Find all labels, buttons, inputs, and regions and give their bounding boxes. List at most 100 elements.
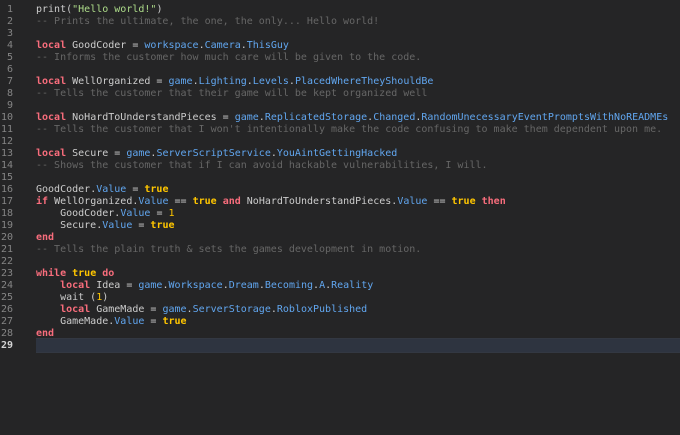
code-token: Levels — [252, 76, 289, 87]
code-line[interactable]: wait (1) — [36, 292, 108, 304]
code-token: game — [126, 148, 151, 159]
code-line[interactable]: Secure.Value = true — [36, 220, 175, 232]
code-token: ) — [156, 4, 163, 15]
code-token: PlacedWhereTheyShouldBe — [294, 76, 434, 87]
line-number: 2 — [6, 16, 13, 27]
code-line[interactable]: GameMade.Value = true — [36, 316, 187, 328]
code-token: == — [168, 196, 193, 207]
code-token: Workspace — [168, 280, 223, 291]
code-token: local — [36, 148, 67, 159]
code-token: end — [36, 328, 55, 339]
line-number: 1 — [6, 4, 13, 15]
code-token: GameMade = — [90, 304, 163, 315]
code-token: end — [36, 232, 55, 243]
code-token: Camera — [204, 40, 241, 51]
line-number: 25 — [0, 292, 13, 303]
code-line[interactable]: -- Tells the customer that their game wi… — [36, 88, 427, 100]
code-token: if — [36, 196, 49, 207]
code-token: local — [60, 280, 91, 291]
code-line[interactable]: -- Tells the plain truth & sets the game… — [36, 244, 421, 256]
line-number: 13 — [0, 148, 13, 159]
code-text-area[interactable]: print("Hello world!") -- Prints the ultim… — [36, 0, 680, 435]
code-token: ) — [102, 292, 109, 303]
code-token: -- Prints the ultimate, the one, the onl… — [36, 16, 380, 27]
code-line[interactable]: local Secure = game.ServerScriptService.… — [36, 148, 397, 160]
line-number: 18 — [0, 208, 13, 219]
code-line[interactable]: GoodCoder.Value = true — [36, 184, 168, 196]
code-token: RobloxPublished — [276, 304, 368, 315]
code-token: 1 — [168, 208, 175, 219]
code-token: Secure = — [66, 148, 127, 159]
line-number: 12 — [0, 136, 13, 147]
code-token: Value — [120, 208, 151, 219]
code-line[interactable]: local NoHardToUnderstandPieces = game.Re… — [36, 112, 668, 124]
code-line[interactable]: -- Informs the customer how much care wi… — [36, 52, 421, 64]
line-number: 7 — [6, 76, 13, 87]
code-line[interactable]: if WellOrganized.Value == true and NoHar… — [36, 196, 506, 208]
line-number: 23 — [0, 268, 13, 279]
line-number: 11 — [0, 124, 13, 135]
code-line[interactable]: print("Hello world!") — [36, 4, 162, 16]
code-token: true — [150, 220, 175, 231]
code-token: Dream — [228, 280, 259, 291]
code-token: ServerScriptService — [156, 148, 271, 159]
code-token: local — [36, 40, 67, 51]
code-line[interactable]: local GoodCoder = workspace.Camera.ThisG… — [36, 40, 289, 52]
code-token: = — [132, 220, 151, 231]
code-line[interactable]: end — [36, 232, 54, 244]
code-token: Value — [114, 316, 145, 327]
line-number: 17 — [0, 196, 13, 207]
code-line[interactable]: local GameMade = game.ServerStorage.Robl… — [36, 304, 367, 316]
code-token: Idea = — [90, 280, 139, 291]
code-token: Value — [397, 196, 428, 207]
code-line[interactable]: local WellOrganized = game.Lighting.Leve… — [36, 76, 433, 88]
code-token: true — [162, 316, 187, 327]
line-number: 4 — [6, 40, 13, 51]
code-line[interactable]: -- Tells the customer that I won't inten… — [36, 124, 662, 136]
code-token: then — [481, 196, 506, 207]
code-token: Becoming — [264, 280, 314, 291]
line-number: 26 — [0, 304, 13, 315]
code-token: ServerStorage — [192, 304, 271, 315]
code-token: -- Tells the customer that I won't inten… — [36, 124, 663, 135]
code-token: game — [138, 280, 163, 291]
code-token: Value — [102, 220, 133, 231]
code-token: Value — [138, 196, 169, 207]
code-line[interactable]: end — [36, 328, 54, 340]
code-token: local — [36, 76, 67, 87]
code-line[interactable]: -- Prints the ultimate, the one, the onl… — [36, 16, 379, 28]
code-token: Changed — [373, 112, 416, 123]
code-token: wait ( — [36, 292, 97, 303]
code-editor[interactable]: 1 2 3 4 5 6 7 8 9 10 11 12 13 14 15 16 17 18 19 20 21 22 23 24 2… — [0, 0, 680, 435]
line-number: 9 — [6, 100, 13, 111]
line-number: 5 — [6, 52, 13, 63]
line-number: 20 — [0, 232, 13, 243]
line-number: 8 — [6, 88, 13, 99]
code-line[interactable]: while true do — [36, 268, 114, 280]
code-token: GoodCoder = — [66, 40, 145, 51]
code-token: -- Shows the customer that if I can avoi… — [36, 160, 488, 171]
code-token: local — [60, 304, 91, 315]
code-token: while — [36, 268, 67, 279]
line-number: 27 — [0, 316, 13, 327]
code-line[interactable]: local Idea = game.Workspace.Dream.Becomi… — [36, 280, 373, 292]
line-number: 6 — [6, 64, 13, 75]
code-token: true — [72, 268, 97, 279]
code-token: -- Informs the customer how much care wi… — [36, 52, 422, 63]
code-token: GoodCoder — [36, 184, 91, 195]
code-token: true — [144, 184, 169, 195]
code-token: == — [427, 196, 452, 207]
code-line[interactable]: -- Shows the customer that if I can avoi… — [36, 160, 488, 172]
code-token: game — [168, 76, 193, 87]
code-token: local — [36, 112, 67, 123]
line-number: 21 — [0, 244, 13, 255]
code-line[interactable]: GoodCoder.Value = 1 — [36, 208, 175, 220]
line-number: 14 — [0, 160, 13, 171]
code-token: -- Tells the customer that their game wi… — [36, 88, 428, 99]
code-token: GameMade — [36, 316, 109, 327]
line-number: 15 — [0, 172, 13, 183]
line-number: 10 — [0, 112, 13, 123]
code-token: GoodCoder — [36, 208, 115, 219]
